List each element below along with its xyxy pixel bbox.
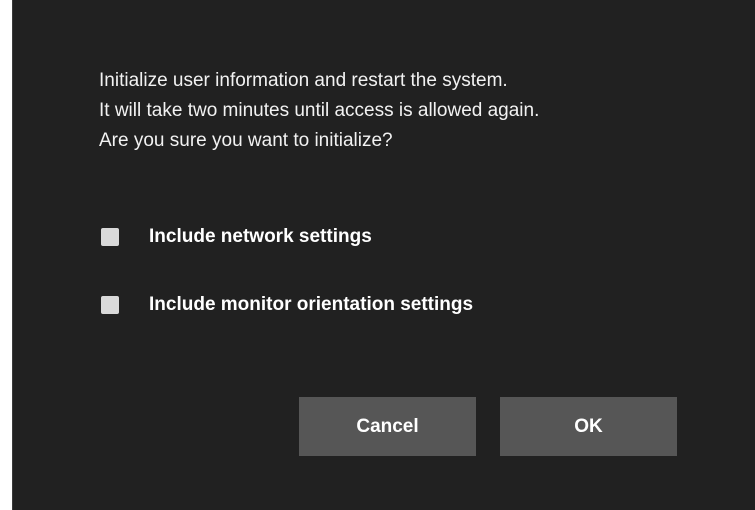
message-line-1: Initialize user information and restart … [99,70,508,91]
message-line-3: Are you sure you want to initialize? [99,130,393,151]
message-line-2: It will take two minutes until access is… [99,100,540,121]
initialize-dialog: Initialize user information and restart … [12,0,755,510]
include-monitor-orientation-label[interactable]: Include monitor orientation settings [149,294,473,316]
include-network-settings-label[interactable]: Include network settings [149,226,372,248]
include-network-settings-checkbox[interactable] [101,228,119,246]
include-monitor-orientation-checkbox[interactable] [101,296,119,314]
include-monitor-orientation-option[interactable]: Include monitor orientation settings [101,294,473,316]
ok-button[interactable]: OK [500,397,677,456]
dialog-message: Initialize user information and restart … [99,66,719,156]
cancel-button[interactable]: Cancel [299,397,476,456]
include-network-settings-option[interactable]: Include network settings [101,226,372,248]
